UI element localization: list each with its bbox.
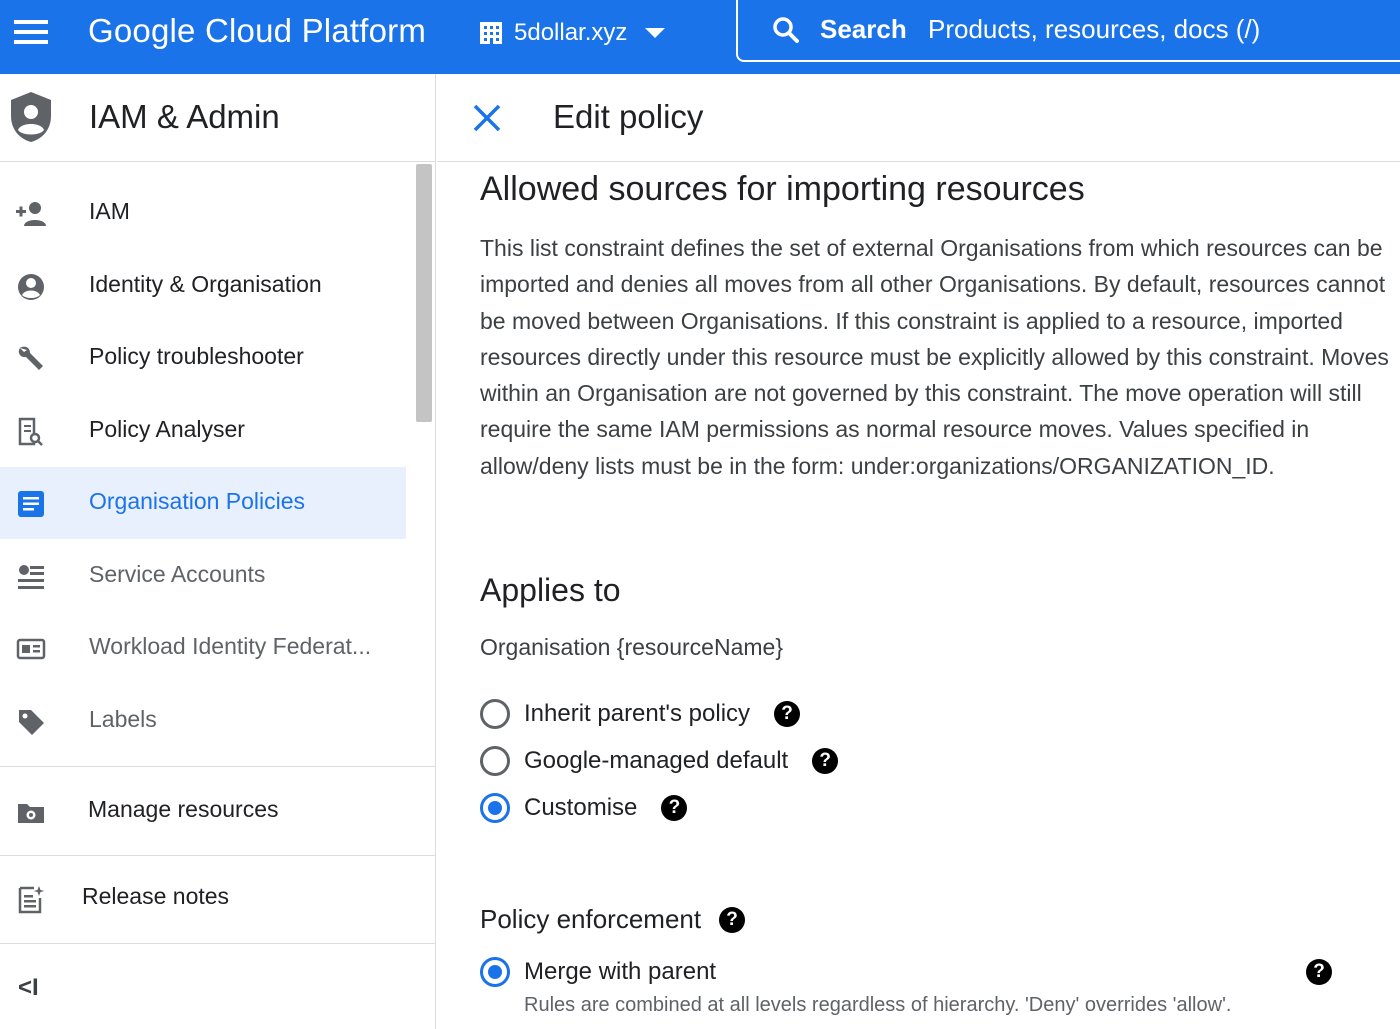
service-account-icon [18,565,44,589]
wrench-icon [18,346,43,370]
settings-folder-icon [18,804,44,823]
sidebar-item-label: Policy troubleshooter [89,343,304,369]
radio-button-selected[interactable] [480,793,510,823]
sidebar-item-service-accounts[interactable]: Service Accounts [0,540,406,612]
constraint-description: This list constraint defines the set of … [480,235,1389,479]
id-card-icon [16,638,46,660]
radio-customise[interactable]: Customise ? [480,790,688,826]
radio-google-managed-default[interactable]: Google-managed default ? [480,743,839,779]
top-app-bar: Google Cloud Platform 5dollar.xyz Search… [0,0,1400,74]
manage-resources-label: Manage resources [88,796,279,822]
sidebar-item-label: Policy Analyser [89,416,245,442]
divider [0,943,435,944]
sidebar-item-manage-resources[interactable]: Manage resources [0,775,406,847]
project-name: 5dollar.xyz [514,19,628,46]
radio-inherit-parent[interactable]: Inherit parent's policy ? [480,696,801,732]
radio-button[interactable] [480,699,510,729]
merge-description: Rules are combined at all levels regardl… [524,994,1232,1016]
project-picker[interactable]: 5dollar.xyz [478,15,666,51]
resource-name: Organisation {resourceName} [480,634,783,660]
sidebar-title: IAM & Admin [89,98,280,135]
sidebar: IAM & Admin IAM Identity & Organisation … [0,74,436,1029]
panel-header: Edit policy [437,74,1400,162]
sidebar-item-release-notes[interactable]: Release notes [0,862,406,934]
tag-icon [19,710,44,735]
release-notes-icon [18,886,45,914]
radio-label: Inherit parent's policy [524,700,751,727]
sidebar-item-label: Identity & Organisation [89,271,322,297]
sidebar-item-label: Workload Identity Federat... [89,633,372,659]
search-icon [773,17,799,43]
search-bar[interactable]: Search Products, resources, docs (/) [736,0,1400,62]
help-icon[interactable]: ? [719,906,746,933]
policy-enforcement-heading: Policy enforcement ? [480,904,746,935]
divider [0,855,435,856]
sidebar-item-policy-analyser[interactable]: Policy Analyser [0,395,406,467]
account-circle-icon [18,274,44,300]
sidebar-item-identity-organisation[interactable]: Identity & Organisation [0,250,406,322]
sidebar-scrollbar[interactable] [416,164,432,422]
sidebar-item-label: Organisation Policies [89,488,306,514]
sidebar-header: IAM & Admin [0,74,435,162]
help-icon[interactable]: ? [812,748,839,774]
person-add-icon [16,202,46,226]
radio-label: Merge with parent [524,958,717,985]
sidebar-item-policy-troubleshooter[interactable]: Policy troubleshooter [0,322,406,394]
sidebar-item-label: Labels [89,706,157,732]
close-icon[interactable] [471,102,503,134]
applies-to-heading: Applies to [480,572,621,608]
app-title[interactable]: Google Cloud Platform [88,12,426,50]
help-icon[interactable]: ? [774,701,801,727]
sidebar-item-label: Service Accounts [89,561,266,587]
help-icon[interactable]: ? [661,795,688,821]
search-input[interactable]: Products, resources, docs (/) [928,14,1260,45]
sidebar-item-label: IAM [89,198,130,224]
search-label: Search [820,14,907,44]
organization-icon [480,22,502,44]
hamburger-menu-icon[interactable] [12,16,52,48]
doc-search-icon [18,417,43,446]
policy-enforcement-label: Policy enforcement [480,904,702,934]
sidebar-item-organisation-policies[interactable]: Organisation Policies [0,467,406,539]
radio-merge-with-parent[interactable]: Merge with parent [480,954,716,990]
chevron-down-icon [645,28,666,38]
radio-button[interactable] [480,746,510,776]
radio-label: Customise [524,794,638,821]
panel-title: Edit policy [553,98,704,135]
radio-button-selected[interactable] [480,957,510,987]
release-notes-label: Release notes [82,883,230,909]
sidebar-item-labels[interactable]: Labels [0,685,406,757]
help-icon[interactable]: ? [1306,959,1332,985]
sidebar-item-iam[interactable]: IAM [0,177,406,249]
shield-icon [11,92,51,142]
sidebar-item-workload-identity-federation[interactable]: Workload Identity Federat... [0,612,406,684]
collapse-sidebar-button[interactable]: <I [18,974,39,1002]
list-doc-icon [18,491,44,517]
constraint-title: Allowed sources for importing resources [480,170,1085,208]
radio-label: Google-managed default [524,747,789,774]
divider [0,766,435,767]
